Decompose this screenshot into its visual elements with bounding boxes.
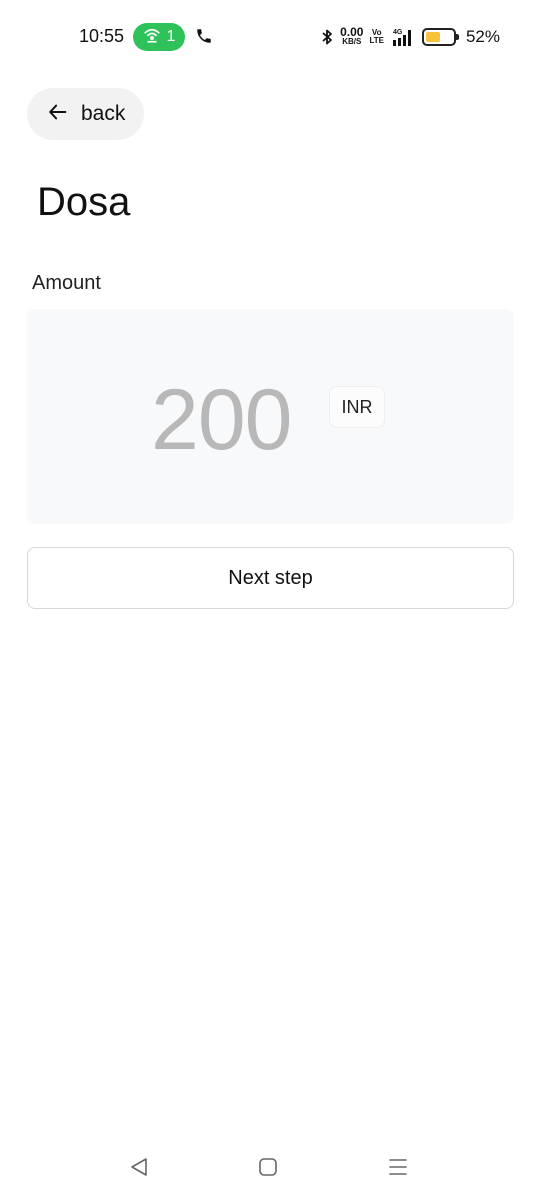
signal-icon: 4G [390, 27, 416, 47]
triangle-back-icon[interactable] [128, 1156, 150, 1178]
network-speed-unit: KB/S [342, 37, 362, 46]
page-title: Dosa [37, 180, 131, 224]
hotspot-count: 1 [166, 28, 176, 45]
amount-input-panel[interactable]: INR [27, 309, 514, 524]
square-home-icon[interactable] [258, 1157, 278, 1177]
network-type: 4G [393, 29, 403, 36]
currency-selector[interactable]: INR [329, 386, 385, 428]
back-label: back [81, 102, 126, 125]
status-time: 10:55 [79, 26, 125, 46]
phone-call-icon [195, 27, 213, 45]
back-button[interactable]: back [27, 88, 144, 140]
volte-bottom: LTE [369, 36, 384, 45]
menu-lines-icon[interactable] [387, 1156, 409, 1178]
network-speed: 0.00 KB/S [340, 25, 364, 46]
network-speed-value: 0.00 [340, 25, 364, 39]
battery-icon [421, 28, 459, 46]
bluetooth-icon [320, 28, 334, 46]
amount-input[interactable] [151, 375, 321, 465]
status-bar: 10:55 1 0.00 KB/S Vo LTE 4G 52% [0, 0, 540, 72]
next-step-button[interactable]: Next step [27, 547, 514, 609]
battery-percent: 52% [465, 27, 500, 46]
screen: 10:55 1 0.00 KB/S Vo LTE 4G 52% back Dos… [0, 0, 540, 1200]
amount-label: Amount [32, 272, 101, 294]
system-nav-bar [0, 1140, 540, 1200]
status-indicators: 0.00 KB/S Vo LTE 4G 52% [320, 22, 500, 52]
hotspot-icon [143, 26, 161, 49]
volte-indicator: Vo LTE [369, 29, 384, 45]
battery-fill [425, 32, 440, 42]
hotspot-indicator[interactable]: 1 [133, 23, 185, 51]
arrow-left-icon [47, 101, 69, 128]
